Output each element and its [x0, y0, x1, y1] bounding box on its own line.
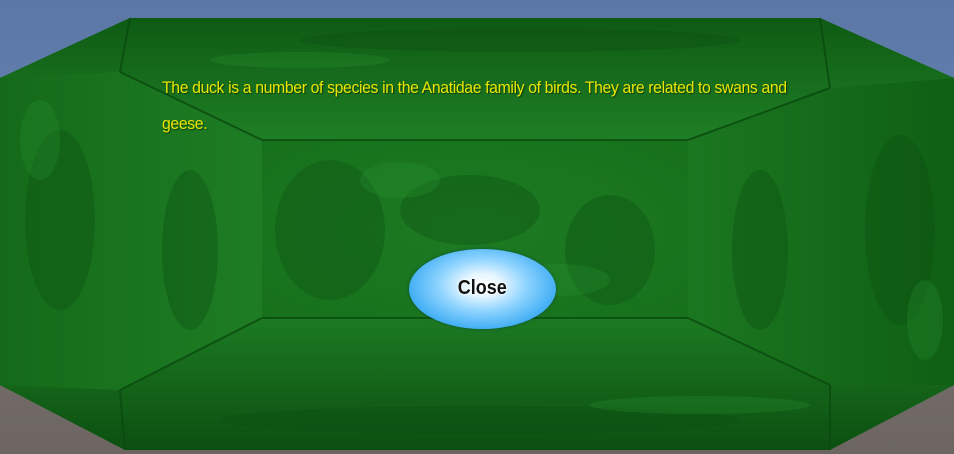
info-message: The duck is a number of species in the A…	[162, 78, 787, 133]
close-button-label: Close	[457, 276, 508, 299]
info-panel	[0, 17, 954, 451]
close-button[interactable]: Close	[409, 249, 556, 329]
game-scene: The duck is a number of species in the A…	[0, 0, 954, 454]
